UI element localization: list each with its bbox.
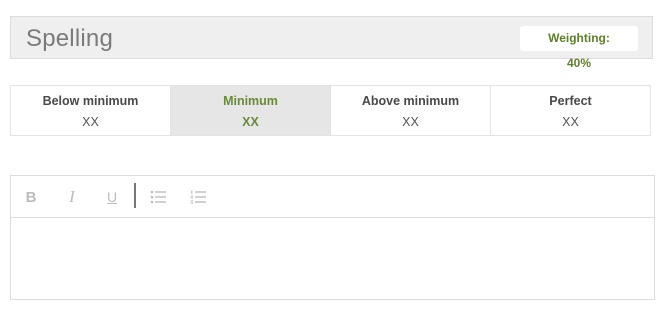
toolbar-divider <box>134 183 136 208</box>
editor-text-area[interactable] <box>11 218 654 300</box>
levels-row: Below minimum XX Minimum XX Above minimu… <box>10 85 651 136</box>
italic-button[interactable]: I <box>62 187 82 207</box>
level-name: Below minimum <box>42 94 139 108</box>
numbered-list-icon[interactable] <box>188 187 208 207</box>
level-value: XX <box>242 115 259 129</box>
level-name: Minimum <box>223 94 278 108</box>
level-perfect[interactable]: Perfect XX <box>491 86 650 135</box>
level-above-minimum[interactable]: Above minimum XX <box>331 86 491 135</box>
section-title: Spelling <box>26 25 113 52</box>
editor-toolbar: B I U <box>11 176 654 218</box>
level-minimum[interactable]: Minimum XX <box>171 86 331 135</box>
bold-button[interactable]: B <box>21 187 41 207</box>
bullet-list-icon[interactable] <box>148 187 168 207</box>
level-value: XX <box>402 115 419 129</box>
level-name: Perfect <box>549 94 592 108</box>
level-name: Above minimum <box>361 94 460 108</box>
level-below-minimum[interactable]: Below minimum XX <box>11 86 171 135</box>
level-value: XX <box>562 115 579 129</box>
section-header: Spelling Weighting: 40% <box>10 16 653 70</box>
rich-text-editor: B I U <box>10 175 655 300</box>
underline-button[interactable]: U <box>102 187 122 207</box>
weighting-badge: Weighting: 40% <box>520 26 638 70</box>
level-value: XX <box>82 115 99 129</box>
